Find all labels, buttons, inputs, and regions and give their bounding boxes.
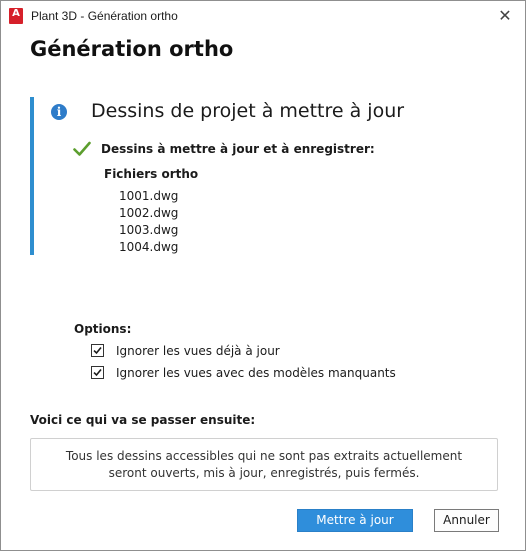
next-steps-heading: Voici ce qui va se passer ensuite: (30, 413, 256, 427)
list-item: 1004.dwg (119, 240, 179, 254)
options-label: Options: (74, 322, 132, 336)
skip-up-to-date-checkbox[interactable] (91, 344, 104, 357)
list-item: 1002.dwg (119, 206, 179, 220)
update-button[interactable]: Mettre à jour (297, 509, 413, 532)
files-heading: Fichiers ortho (104, 167, 199, 181)
checkmark-icon (73, 141, 91, 156)
status-label: Dessins à mettre à jour et à enregistrer… (101, 142, 375, 156)
skip-missing-models-checkbox[interactable] (91, 366, 104, 379)
list-item: 1003.dwg (119, 223, 179, 237)
next-steps-line-1: Tous les dessins accessibles qui ne sont… (65, 449, 463, 463)
option-label: Ignorer les vues déjà à jour (116, 344, 280, 358)
cancel-button[interactable]: Annuler (434, 509, 499, 532)
info-accent-bar (30, 97, 34, 255)
list-item: 1001.dwg (119, 189, 179, 203)
file-list: 1001.dwg 1002.dwg 1003.dwg 1004.dwg (119, 188, 178, 256)
next-steps-text: Tous les dessins accessibles qui ne sont… (31, 448, 497, 482)
next-steps-box: Tous les dessins accessibles qui ne sont… (30, 438, 498, 491)
checkbox-check-icon (93, 368, 102, 377)
next-steps-line-2: seront ouverts, mis à jour, enregistrés,… (108, 466, 420, 480)
checkbox-check-icon (93, 346, 102, 355)
window-title: Plant 3D - Génération ortho (31, 9, 178, 23)
dialog-window: A Plant 3D - Génération ortho ✕ Générati… (0, 0, 526, 551)
autocad-plant-3d-icon: A (9, 8, 23, 24)
info-icon: i (51, 104, 67, 120)
page-title: Génération ortho (30, 37, 234, 61)
title-bar[interactable]: A Plant 3D - Génération ortho ✕ (1, 1, 525, 31)
option-label: Ignorer les vues avec des modèles manqua… (116, 366, 396, 380)
info-title: Dessins de projet à mettre à jour (91, 100, 405, 122)
close-icon[interactable]: ✕ (488, 3, 522, 29)
